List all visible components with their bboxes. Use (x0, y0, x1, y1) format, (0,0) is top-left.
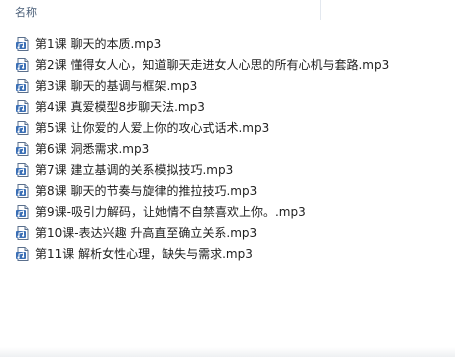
audio-file-icon (15, 183, 31, 199)
audio-file-icon (15, 99, 31, 115)
file-row[interactable]: 第9课-吸引力解码，让她情不自禁喜欢上你。.mp3 (0, 202, 455, 223)
audio-file-icon (15, 57, 31, 73)
file-name: 第10课-表达兴趣 升高直至确立关系.mp3 (35, 226, 258, 240)
audio-file-icon (15, 246, 31, 262)
file-name: 第2课 懂得女人心，知道聊天走进女人心思的所有心机与套路.mp3 (35, 58, 390, 72)
file-name: 第5课 让你爱的人爱上你的攻心式话术.mp3 (35, 121, 270, 135)
file-name: 第4课 真爱模型8步聊天法.mp3 (35, 100, 205, 114)
file-name: 第8课 聊天的节奏与旋律的推拉技巧.mp3 (35, 184, 258, 198)
file-row[interactable]: 第6课 洞悉需求.mp3 (0, 139, 455, 160)
file-name: 第9课-吸引力解码，让她情不自禁喜欢上你。.mp3 (35, 205, 306, 219)
file-row[interactable]: 第1课 聊天的本质.mp3 (0, 34, 455, 55)
file-name: 第7课 建立基调的关系模拟技巧.mp3 (35, 163, 234, 177)
file-row[interactable]: 第8课 聊天的节奏与旋律的推拉技巧.mp3 (0, 181, 455, 202)
audio-file-icon (15, 120, 31, 136)
column-divider[interactable] (320, 0, 321, 20)
audio-file-icon (15, 36, 31, 52)
name-column-header[interactable]: 名称 (15, 6, 37, 19)
file-list: 第1课 聊天的本质.mp3 第2课 懂得女人心，知道聊天走进女人心思的所有心机与… (0, 34, 455, 265)
file-row[interactable]: 第10课-表达兴趣 升高直至确立关系.mp3 (0, 223, 455, 244)
file-row[interactable]: 第3课 聊天的基调与框架.mp3 (0, 76, 455, 97)
file-name: 第3课 聊天的基调与框架.mp3 (35, 79, 198, 93)
file-row[interactable]: 第11课 解析女性心理，缺失与需求.mp3 (0, 244, 455, 265)
audio-file-icon (15, 204, 31, 220)
column-header[interactable]: 名称 (0, 0, 455, 22)
file-row[interactable]: 第5课 让你爱的人爱上你的攻心式话术.mp3 (0, 118, 455, 139)
audio-file-icon (15, 141, 31, 157)
pane-bottom-edge (0, 347, 455, 357)
audio-file-icon (15, 162, 31, 178)
audio-file-icon (15, 78, 31, 94)
file-row[interactable]: 第2课 懂得女人心，知道聊天走进女人心思的所有心机与套路.mp3 (0, 55, 455, 76)
file-name: 第6课 洞悉需求.mp3 (35, 142, 150, 156)
file-name: 第11课 解析女性心理，缺失与需求.mp3 (35, 247, 253, 261)
file-row[interactable]: 第4课 真爱模型8步聊天法.mp3 (0, 97, 455, 118)
file-name: 第1课 聊天的本质.mp3 (35, 37, 162, 51)
file-explorer-pane: 名称 第1课 聊天的本质.mp3 第2课 懂得女人心，知道聊天走进女人心思的所有… (0, 0, 455, 357)
audio-file-icon (15, 225, 31, 241)
file-row[interactable]: 第7课 建立基调的关系模拟技巧.mp3 (0, 160, 455, 181)
